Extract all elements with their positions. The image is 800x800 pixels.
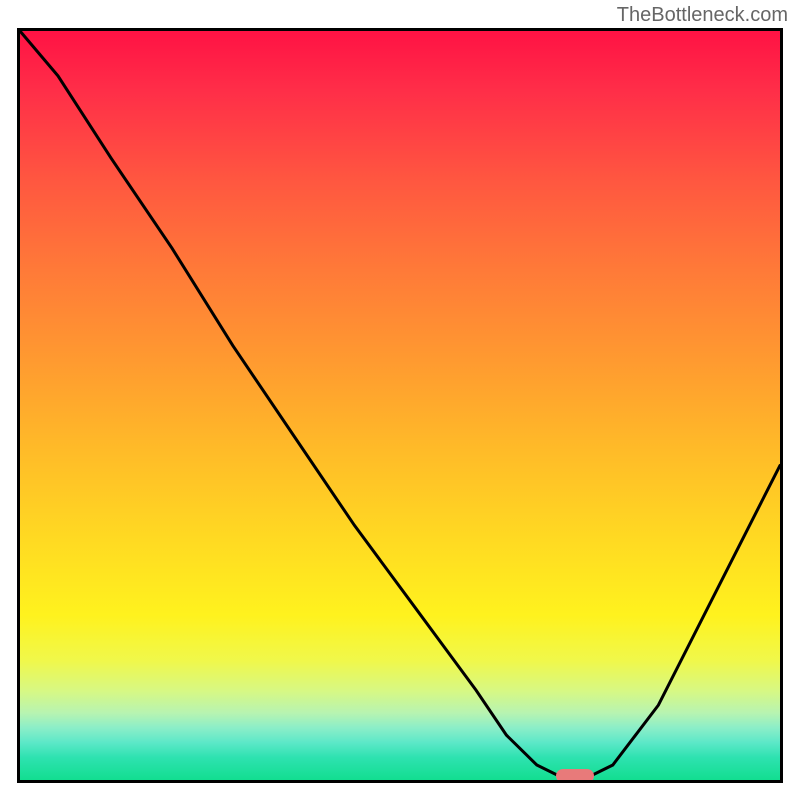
optimal-marker — [556, 769, 594, 783]
plot-frame — [17, 28, 783, 783]
chart-container: TheBottleneck.com — [0, 0, 800, 800]
curve-svg — [20, 31, 780, 780]
watermark-label: TheBottleneck.com — [617, 4, 788, 27]
bottleneck-curve — [20, 31, 780, 780]
